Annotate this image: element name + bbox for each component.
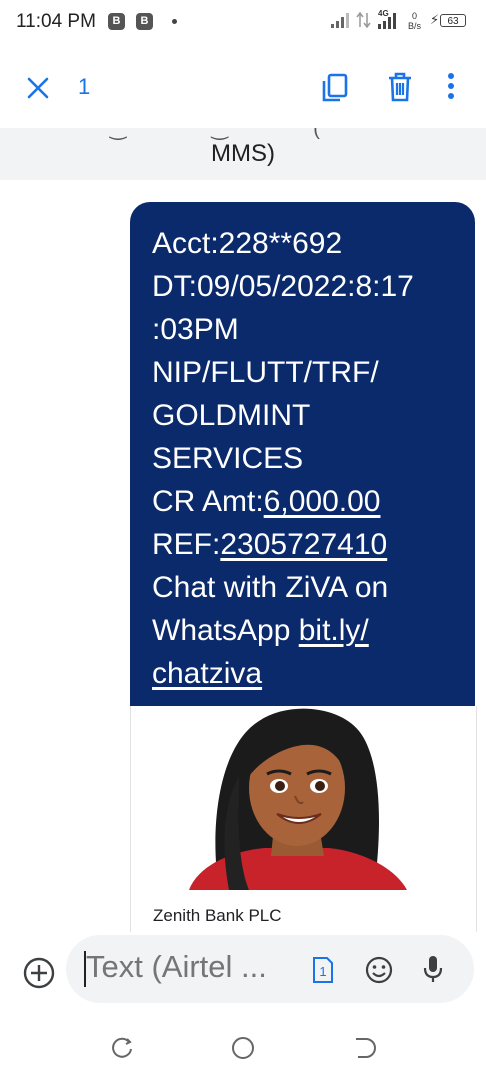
back-icon[interactable] [352, 1036, 376, 1060]
selection-toolbar: 1 [0, 44, 486, 128]
amount-label: CR Amt: [152, 485, 264, 518]
notification-badge-icon: B [108, 13, 125, 30]
narration-line: GOLDMINT [152, 399, 311, 432]
link-preview-card[interactable]: Zenith Bank PLC [130, 706, 477, 932]
message-body: Acct:228**692 DT:09/05/2022:8:17 :03PM N… [152, 222, 414, 695]
status-time: 11:04 PM [16, 11, 96, 32]
data-arrows-icon [356, 11, 371, 29]
charging-icon: ⚡ [430, 12, 440, 27]
message-bubble[interactable]: Acct:228**692 DT:09/05/2022:8:17 :03PM N… [130, 202, 475, 712]
previous-message-text: MMS) [211, 140, 275, 167]
delete-icon[interactable] [386, 71, 414, 103]
recent-apps-icon[interactable] [110, 1036, 134, 1060]
ref-line: REF:2305727410 [152, 523, 414, 566]
emoji-icon[interactable] [364, 955, 394, 985]
amount-line: CR Amt:6,000.00 [152, 480, 414, 523]
home-icon[interactable] [231, 1036, 255, 1060]
add-attachment-icon[interactable] [22, 956, 56, 990]
selected-count: 1 [78, 74, 91, 99]
date-line: DT:09/05/2022:8:17 [152, 270, 414, 303]
chat-line: WhatsApp bit.ly/ [152, 609, 414, 652]
ref-link[interactable]: 2305727410 [220, 528, 387, 561]
whatsapp-link[interactable]: bit.ly/ [299, 614, 369, 647]
speed-value: 0 [412, 11, 418, 21]
chat-line: Chat with ZiVA on [152, 571, 389, 604]
narration-line: SERVICES [152, 442, 304, 475]
time-line: :03PM [152, 313, 239, 346]
signal-icon [331, 13, 349, 28]
chat-text: WhatsApp [152, 614, 299, 647]
ref-label: REF: [152, 528, 221, 561]
sim-icon[interactable]: 1 [312, 956, 334, 984]
narration-line: NIP/FLUTT/TRF/ [152, 356, 379, 389]
mic-icon[interactable] [422, 954, 444, 984]
speed-unit: B/s [408, 21, 422, 31]
preview-sender: Zenith Bank PLC [153, 906, 282, 925]
status-bar: 11:04 PM B B 4G 0 B/s ⚡ 63 [0, 0, 486, 44]
more-vert-icon[interactable] [446, 72, 456, 102]
notification-badge-icon: B [136, 13, 153, 30]
network-speed: 0 B/s [408, 11, 421, 31]
more-notifications-dot [172, 19, 177, 24]
whatsapp-link[interactable]: chatziva [152, 657, 262, 690]
ziva-avatar-image [189, 708, 407, 890]
amount-link[interactable]: 6,000.00 [264, 485, 381, 518]
copy-icon[interactable] [320, 72, 350, 104]
close-icon[interactable] [24, 74, 52, 102]
account-line: Acct:228**692 [152, 227, 343, 260]
previous-message[interactable]: ‿ ‿ ( MMS) [0, 128, 486, 180]
sim-label: 1 [319, 964, 326, 979]
compose-field[interactable]: 1 [66, 935, 474, 1003]
message-input[interactable] [86, 949, 296, 985]
chat-line: chatziva [152, 652, 414, 695]
signal-icon [378, 13, 396, 29]
battery-icon: 63 [440, 14, 466, 27]
